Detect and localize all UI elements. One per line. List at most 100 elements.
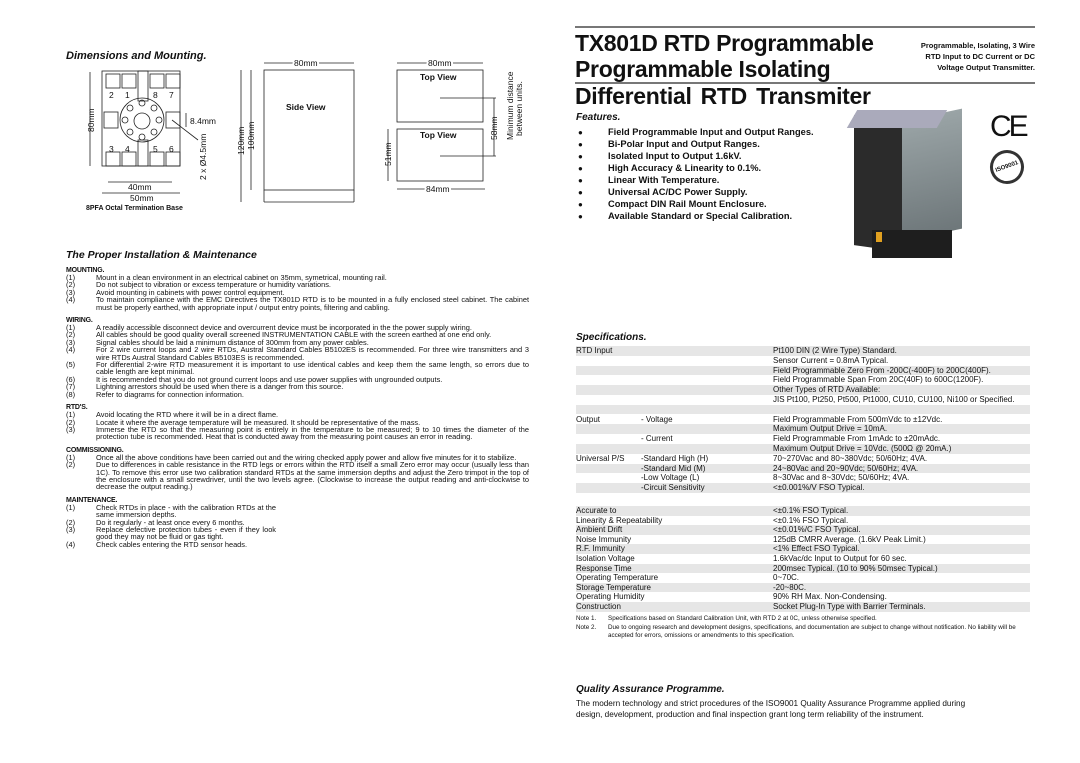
top-view-label: Top View	[420, 72, 457, 82]
spec-cell: Sensor Current = 0.8mA Typical.	[773, 355, 889, 365]
note-number: Note 2.	[576, 624, 597, 631]
feature-item: ● Field Programmable Input and Output Ran…	[578, 126, 814, 138]
spec-value: <±0.1% FSO Typical.	[773, 506, 849, 515]
spec-cell: Maximum Output Drive = 10mA.	[773, 424, 888, 434]
spec-cell: 24~80Vac and 20~90Vdc; 50/60Hz; 4VA.	[773, 463, 919, 473]
installation-section: RTD'S. (1) Avoid locating the RTD where it…	[66, 404, 529, 441]
spec-row: R.F. Immunity <1% Effect FSO Typical.	[576, 544, 1030, 555]
subtitle-line: RTD Input to DC Current or DC	[925, 52, 1035, 61]
side-view-drawing	[240, 62, 355, 203]
spec-cell: Pt100 DIN (2 Wire Type) Standard.	[773, 346, 897, 355]
subtitle: Programmable, Isolating, 3 Wire RTD Inpu…	[860, 40, 1035, 73]
bullet-icon: ●	[578, 187, 583, 197]
spec-label: Operating Temperature	[576, 573, 659, 583]
spec-label: Ambient Drift	[576, 525, 623, 535]
installation-section: WIRING. (1) A readily accessible disconnec…	[66, 317, 529, 398]
spec-value: 90% RH Max. Non-Condensing.	[773, 592, 887, 602]
spec-cell	[641, 356, 773, 366]
spec-cell	[576, 375, 641, 385]
spec-cell: <±0.001%/V FSO Typical.	[773, 483, 865, 493]
item-text: For differential 2-wire RTD measurement …	[96, 360, 529, 377]
spec-row: Field Programmable Zero From -200C(-400F…	[576, 365, 1030, 376]
bullet-icon: ●	[578, 127, 583, 137]
list-item: (3) Replace defective protection tubes - …	[66, 526, 276, 541]
spec-row: -Standard Mid (M) 24~80Vac and 20~90Vdc; …	[576, 463, 1030, 474]
side-view-label: Side View	[286, 102, 326, 112]
item-number: (8)	[66, 389, 76, 399]
spec-value: Socket Plug-In Type with Barrier Termina…	[773, 602, 926, 611]
spec-row	[576, 404, 1030, 415]
terminal-label: 7	[169, 90, 174, 100]
spec-cell: Field Programmable From 500mVdc to ±12Vd…	[773, 414, 943, 424]
bullet-icon: ●	[578, 151, 583, 161]
list-item: (4) To maintain compliance with the EMC D…	[66, 296, 529, 311]
item-number: (1)	[66, 502, 76, 512]
spec-cell	[641, 395, 773, 405]
spec-row: Isolation Voltage 1.6kVac/dc Input to Out…	[576, 554, 1030, 564]
spec-cell	[576, 473, 641, 483]
feature-item: ● Available Standard or Special Calibrati…	[578, 210, 814, 222]
terminal-label: 3	[109, 144, 114, 154]
item-text: Due to differences in cable resistance i…	[96, 460, 529, 492]
note-text: Due to ongoing research and development …	[608, 624, 1016, 639]
feature-item: ● Bi-Polar Input and Output Ranges.	[578, 138, 814, 150]
installation-section: MOUNTING. (1) Mount in a clean environment…	[66, 267, 529, 311]
spec-row: JIS Pt100, Pt250, Pt500, Pt1000, CU10, C…	[576, 395, 1030, 405]
item-text: To maintain compliance with the EMC Dire…	[96, 295, 529, 312]
item-text: Immerse the RTD so that the measuring po…	[96, 424, 529, 442]
spec-row: Linearity & Repeatability <±0.1% FSO Typi…	[576, 516, 1030, 526]
item-text: Check RTDs in place - with the calibrati…	[96, 502, 276, 520]
spec-value: 200msec Typical. (10 to 90% 50msec Typic…	[773, 563, 938, 573]
title-line-1: TX801D RTD Programmable	[575, 30, 874, 56]
spec-value: 0~70C.	[773, 573, 800, 583]
dim-label: 40mm	[128, 182, 152, 192]
spec-cell	[576, 385, 641, 395]
spec-cell	[641, 346, 773, 356]
spec-label: Linearity & Repeatability	[576, 515, 663, 525]
spec-cell: - Current	[641, 434, 673, 444]
spec-value: 125dB CMRR Average. (1.6kV Peak Limit.)	[773, 534, 926, 544]
item-text: Replace defective protection tubes - eve…	[96, 524, 276, 542]
dim-label: 8.4mm	[190, 116, 216, 126]
spec-cell	[641, 385, 773, 395]
bullet-icon: ●	[578, 175, 583, 185]
features-heading: Features.	[576, 112, 621, 123]
feature-item: ● Isolated Input to Output 1.6kV.	[578, 150, 814, 162]
product-photo	[842, 108, 967, 258]
feature-item: ● Compact DIN Rail Mount Enclosure.	[578, 198, 814, 210]
spec-cell: Universal P/S	[576, 453, 625, 463]
list-item: (5) For differential 2-wire RTD measureme…	[66, 361, 529, 376]
spec-row: RTD Input Pt100 DIN (2 Wire Type) Standar…	[576, 346, 1030, 356]
spec-row: Sensor Current = 0.8mA Typical.	[576, 356, 1030, 366]
spec-value: 1.6kVac/dc Input to Output for 60 sec.	[773, 554, 907, 563]
installation-section: COMMISSIONING. (1) Once all the above cond…	[66, 447, 529, 491]
spec-cell: Maximum Output Drive = 10Vdc. (500Ω @ 20…	[773, 444, 952, 453]
item-number: (5)	[66, 360, 76, 370]
terminal-label: 2	[109, 90, 114, 100]
title-line-3: Differential RTD Transmiter	[575, 83, 871, 109]
spec-label: Noise Immunity	[576, 534, 632, 544]
list-item: (4) Check cables entering the RTD sensor …	[66, 540, 276, 548]
spec-cell: JIS Pt100, Pt250, Pt500, Pt1000, CU10, C…	[773, 395, 1015, 404]
spec-cell: -Circuit Sensitivity	[641, 483, 705, 493]
dim-label: 100mm	[246, 122, 256, 150]
item-text: Refer to diagrams for connection informa…	[96, 389, 244, 399]
spec-cell: - Voltage	[641, 414, 673, 424]
feature-text: Bi-Polar Input and Output Ranges.	[608, 139, 760, 149]
bullet-icon: ●	[578, 199, 583, 209]
spec-cell	[773, 405, 1030, 415]
feature-text: Field Programmable Input and Output Rang…	[608, 127, 814, 137]
spec-cell: Field Programmable Zero From -200C(-400F…	[773, 365, 991, 375]
spec-cell	[641, 405, 773, 415]
note-number: Note 1.	[576, 615, 597, 622]
base-caption: 8PFA Octal Termination Base	[86, 205, 183, 212]
list-item: (4) For 2 wire current loops and 2 wire R…	[66, 346, 529, 361]
dim-label: 80mm	[294, 60, 318, 68]
ce-mark-icon: CE	[990, 110, 1029, 143]
subtitle-line: Programmable, Isolating, 3 Wire	[920, 41, 1035, 50]
spec-label: Construction	[576, 602, 621, 611]
top-rule	[575, 26, 1035, 28]
list-item: (8) Refer to diagrams for connection info…	[66, 389, 529, 399]
specifications-heading: Specifications.	[576, 332, 647, 343]
installation-sections: MOUNTING. (1) Mount in a clean environment…	[66, 267, 529, 548]
